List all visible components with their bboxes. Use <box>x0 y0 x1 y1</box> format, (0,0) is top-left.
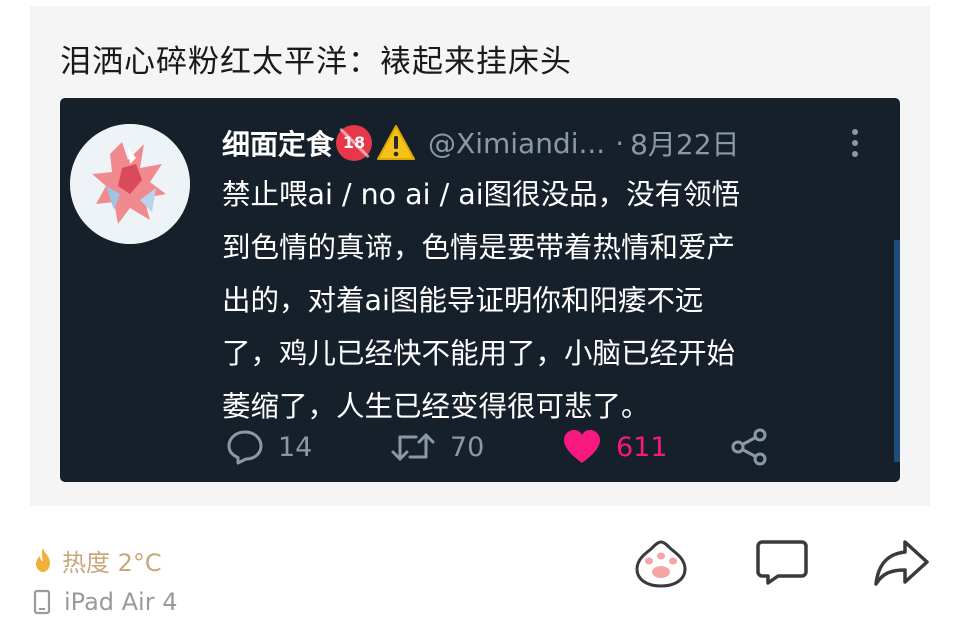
heart-icon <box>564 430 600 463</box>
avatar-image <box>70 124 190 244</box>
tablet-icon <box>33 589 51 615</box>
device-row: iPad Air 4 <box>32 582 177 622</box>
user-handle[interactable]: @Ximiandi... <box>428 127 605 160</box>
tweet-header: 细面定食 18 @Ximiandi... · 8月22日 <box>222 120 740 166</box>
page: 泪洒心碎粉红太平洋：裱起来挂床头 细面定食 18 @Ximiandi... · … <box>0 0 960 636</box>
retweet-button[interactable]: 70 <box>390 422 484 472</box>
post-card[interactable]: 泪洒心碎粉红太平洋：裱起来挂床头 细面定食 18 @Ximiandi... · … <box>30 6 930 506</box>
tweet-share-button[interactable] <box>730 422 770 472</box>
retweet-icon <box>391 433 435 461</box>
reply-icon <box>227 430 263 465</box>
heat-label: 热度 2°C <box>62 548 162 577</box>
no-under-18-icon: 18 <box>336 125 373 161</box>
scrollbar <box>894 240 900 462</box>
tweet-text-line: 了，鸡儿已经快不能用了，小脑已经开始 <box>222 337 736 370</box>
tweet-text-line: 禁止喂ai / no ai / ai图很没品，没有领悟 <box>222 178 741 211</box>
device-label: iPad Air 4 <box>64 588 178 616</box>
share-icon <box>874 540 929 586</box>
reaction-button[interactable] <box>632 536 690 592</box>
tweet-body: 禁止喂ai / no ai / ai图很没品，没有领悟 到色情的真谛，色情是要带… <box>222 168 870 433</box>
tweet-text-line: 出的，对着ai图能导证明你和阳痿不远 <box>222 284 704 317</box>
display-name[interactable]: 细面定食 <box>222 123 334 163</box>
separator-dot: · <box>615 126 625 160</box>
comment-icon <box>756 540 808 585</box>
avatar[interactable] <box>70 124 190 244</box>
tweet-share-icon <box>731 428 767 466</box>
like-count: 611 <box>616 431 668 463</box>
reply-button[interactable]: 14 <box>226 422 312 472</box>
share-button[interactable] <box>872 536 930 592</box>
post-title: 泪洒心碎粉红太平洋：裱起来挂床头 <box>60 44 572 80</box>
more-options-icon[interactable] <box>850 128 860 158</box>
tweet-date[interactable]: 8月22日 <box>630 123 739 163</box>
embedded-tweet[interactable]: 细面定食 18 @Ximiandi... · 8月22日 禁止喂ai / no … <box>60 98 900 482</box>
flame-icon <box>36 548 50 572</box>
retweet-count: 70 <box>450 431 485 463</box>
tweet-text-line: 到色情的真谛，色情是要带着热情和爱产 <box>222 231 736 264</box>
like-button[interactable]: 611 <box>562 422 668 472</box>
heat-row: 热度 2°C <box>32 540 177 580</box>
warning-icon <box>377 125 416 160</box>
tweet-actions: 14 70 611 <box>222 422 782 472</box>
paw-icon <box>635 540 687 588</box>
comment-button[interactable] <box>754 536 810 592</box>
reply-count: 14 <box>278 431 313 463</box>
post-meta: 热度 2°C iPad Air 4 <box>32 540 177 622</box>
